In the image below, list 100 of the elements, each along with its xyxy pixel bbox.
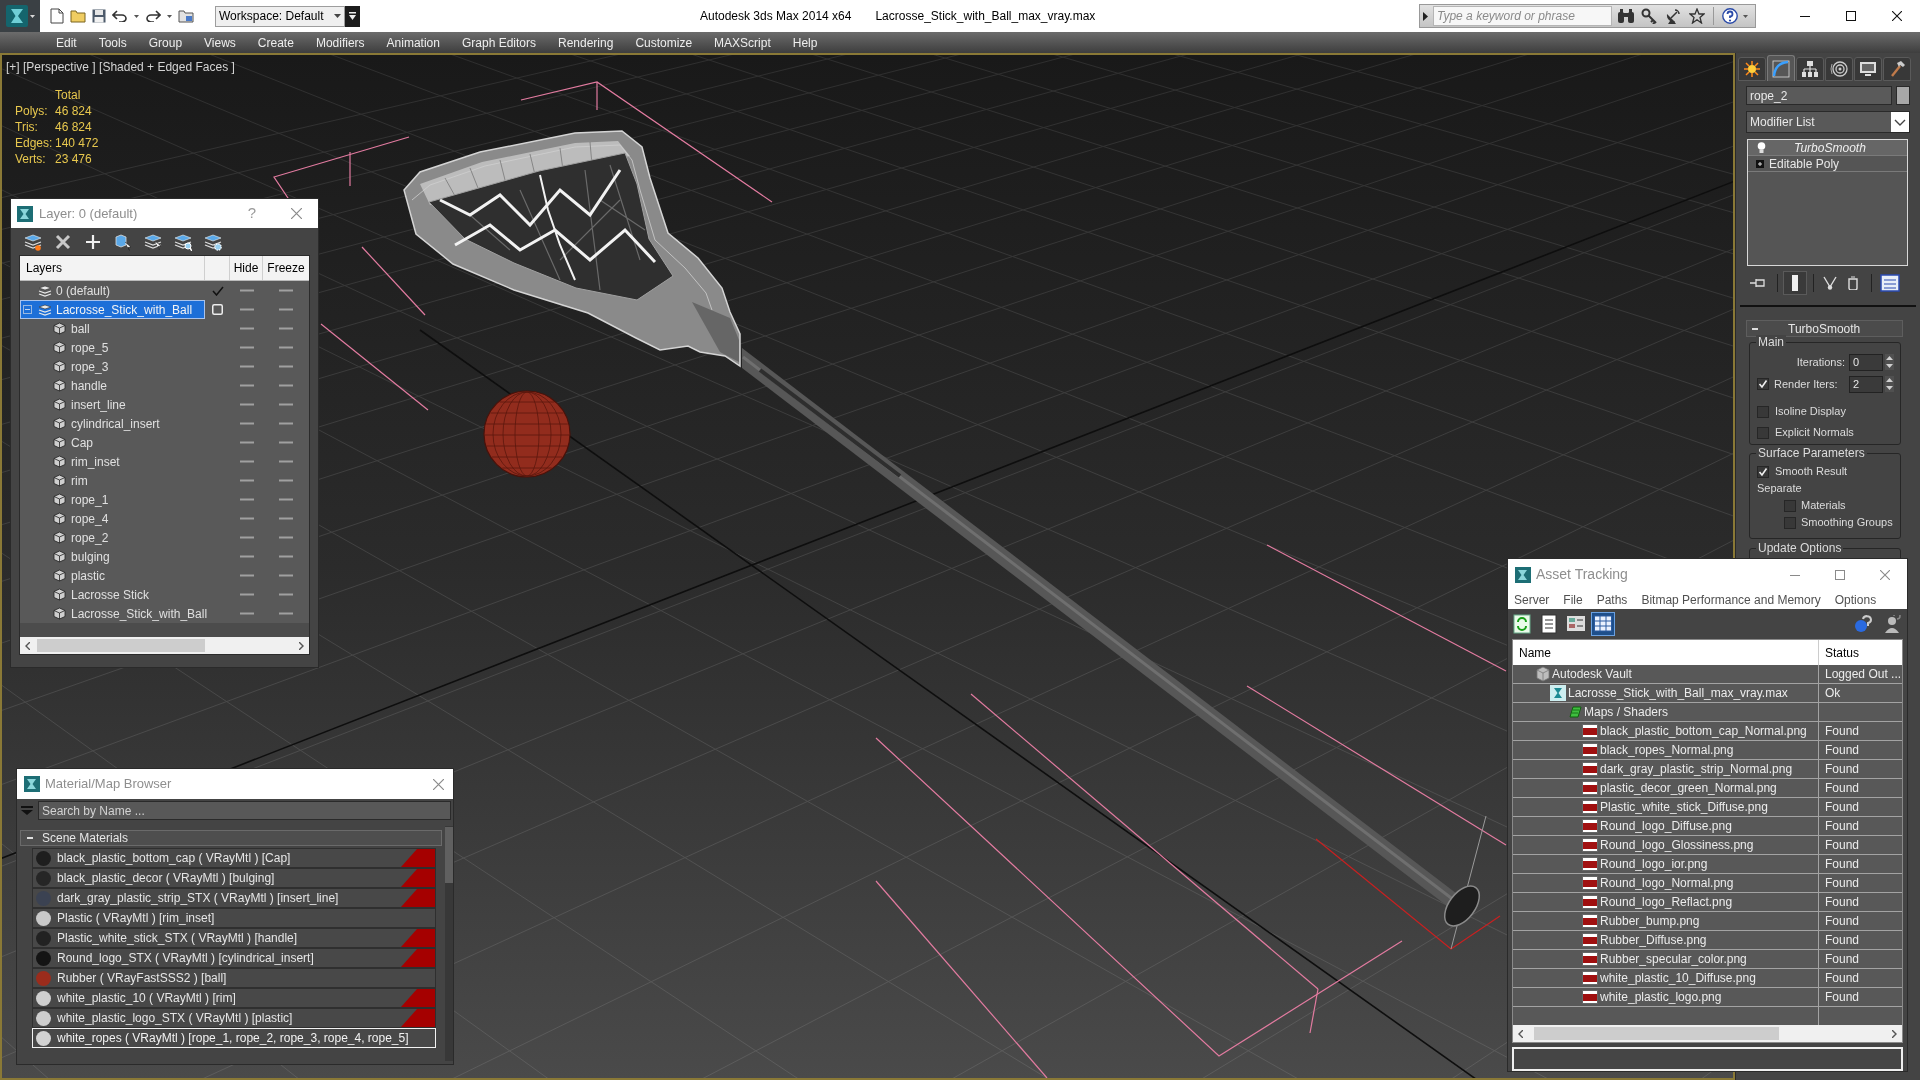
- asset-item[interactable]: Lacrosse_Stick_with_Ball_max_vray.max: [1513, 684, 1819, 702]
- dash-icon[interactable]: [239, 612, 254, 615]
- menu-item[interactable]: Paths: [1596, 590, 1628, 609]
- maximize-icon[interactable]: [1846, 11, 1856, 21]
- search-field[interactable]: Type a keyword or phrase: [1433, 6, 1612, 26]
- modifier-list-dropdown[interactable]: Modifier List: [1746, 111, 1910, 133]
- workspace-dropdown[interactable]: Workspace: Default: [215, 5, 345, 27]
- dash-icon[interactable]: [239, 555, 254, 558]
- material-item[interactable]: Rubber ( VRayFastSSS2 ) [ball]: [32, 968, 436, 988]
- object-item[interactable]: Lacrosse_Stick_with_Ball: [20, 604, 205, 623]
- configure-icon[interactable]: [1880, 274, 1900, 292]
- object-item[interactable]: bulging: [20, 547, 205, 566]
- scrollbar-thumb[interactable]: [1534, 1027, 1779, 1040]
- number-field[interactable]: 0: [1849, 353, 1883, 371]
- undo-icon[interactable]: [112, 10, 128, 22]
- spinner-arrows-icon[interactable]: [1885, 354, 1894, 370]
- object-item[interactable]: rope_4: [20, 509, 205, 528]
- dash-icon[interactable]: [239, 517, 254, 520]
- dropdown-arrow-icon[interactable]: [21, 806, 33, 815]
- save-icon[interactable]: [92, 9, 106, 23]
- satellite-dish-icon[interactable]: [1665, 8, 1681, 24]
- asset-item[interactable]: black_plastic_bottom_cap_Normal.png: [1513, 722, 1819, 740]
- menu-item[interactable]: Edit: [56, 34, 77, 51]
- object-name-field[interactable]: rope_2: [1746, 86, 1892, 105]
- object-item[interactable]: handle: [20, 376, 205, 395]
- scrollbar-thumb[interactable]: [37, 639, 205, 652]
- caret-icon[interactable]: [134, 14, 139, 18]
- object-item[interactable]: Lacrosse Stick: [20, 585, 205, 604]
- command-panel-tab[interactable]: [1825, 57, 1853, 81]
- asset-item[interactable]: Round_logo_Reflact.png: [1513, 893, 1819, 911]
- menu-item[interactable]: Help: [792, 34, 818, 51]
- cube-cursor-icon[interactable]: [114, 232, 132, 251]
- caret-icon[interactable]: [167, 14, 172, 18]
- command-panel-tab[interactable]: [1738, 57, 1766, 81]
- group-header[interactable]: Scene Materials: [20, 830, 442, 846]
- dash-icon[interactable]: [239, 460, 254, 463]
- material-item[interactable]: Round_logo_STX ( VRayMtl ) [cylindrical_insert]: [32, 948, 436, 968]
- dash-icon[interactable]: [239, 346, 254, 349]
- material-item[interactable]: white_plastic_10 ( VRayMtl ) [rim]: [32, 988, 436, 1008]
- pin-icon[interactable]: [1750, 278, 1766, 288]
- search-field[interactable]: Search by Name ...: [38, 801, 451, 820]
- menu-item[interactable]: Graph Editors: [461, 34, 536, 51]
- scroll-left-icon[interactable]: [25, 641, 30, 650]
- asset-item[interactable]: dark_gray_plastic_strip_Normal.png: [1513, 760, 1819, 778]
- modifier-stack-item[interactable]: Editable Poly: [1748, 156, 1907, 172]
- object-item[interactable]: rim_inset: [20, 452, 205, 471]
- asset-item[interactable]: Rubber_Diffuse.png: [1513, 931, 1819, 949]
- command-panel-tab[interactable]: [1854, 57, 1882, 81]
- menu-item[interactable]: Group: [148, 34, 183, 51]
- dash-icon[interactable]: [239, 574, 254, 577]
- object-item[interactable]: insert_line: [20, 395, 205, 414]
- person-help-icon[interactable]: [1883, 615, 1901, 633]
- menu-item[interactable]: Modifiers: [315, 34, 365, 51]
- dash-icon[interactable]: [239, 308, 254, 311]
- vertical-scrollbar[interactable]: [445, 826, 453, 1061]
- object-item[interactable]: rope_2: [20, 528, 205, 547]
- fork-icon[interactable]: [1823, 276, 1837, 290]
- object-item[interactable]: ball: [20, 319, 205, 338]
- rollout-header[interactable]: TurboSmooth: [1746, 320, 1903, 337]
- checkbox[interactable]: [1757, 405, 1769, 418]
- asset-item[interactable]: Rubber_specular_color.png: [1513, 950, 1819, 968]
- show-end-result-button[interactable]: [1783, 271, 1807, 295]
- dash-icon[interactable]: [239, 403, 254, 406]
- layer-item[interactable]: 0 (default): [20, 281, 205, 300]
- delete-icon[interactable]: [54, 232, 72, 251]
- scrollbar-thumb[interactable]: [445, 827, 453, 883]
- object-item[interactable]: rope_1: [20, 490, 205, 509]
- object-item[interactable]: plastic: [20, 566, 205, 585]
- scroll-right-icon[interactable]: [1892, 1029, 1897, 1038]
- color-swatch-icon[interactable]: [1896, 86, 1910, 105]
- horizontal-scrollbar[interactable]: [1513, 1025, 1902, 1042]
- dash-icon[interactable]: [239, 479, 254, 482]
- menu-item[interactable]: Create: [257, 34, 294, 51]
- layers-magnifier-icon[interactable]: [174, 232, 192, 251]
- toolbar-options-button[interactable]: [345, 5, 360, 27]
- close-icon[interactable]: [1892, 11, 1902, 21]
- material-item[interactable]: black_plastic_decor ( VRayMtl ) [bulging]: [32, 868, 436, 888]
- asset-item[interactable]: Maps / Shaders: [1513, 703, 1819, 721]
- plus-icon[interactable]: [84, 232, 102, 251]
- object-item[interactable]: cylindrical_insert: [20, 414, 205, 433]
- asset-item[interactable]: black_ropes_Normal.png: [1513, 741, 1819, 759]
- material-item[interactable]: white_plastic_logo_STX ( VRayMtl ) [plastic]: [32, 1008, 436, 1028]
- asset-item[interactable]: white_plastic_logo.png: [1513, 988, 1819, 1006]
- path-field[interactable]: [1512, 1047, 1903, 1071]
- column-header[interactable]: Freeze: [263, 256, 309, 280]
- object-item[interactable]: rim: [20, 471, 205, 490]
- toolbar-button[interactable]: [1591, 612, 1615, 636]
- asset-item[interactable]: Round_logo_Normal.png: [1513, 874, 1819, 892]
- dash-icon[interactable]: [239, 365, 254, 368]
- asset-item[interactable]: Plastic_white_stick_Diffuse.png: [1513, 798, 1819, 816]
- material-item[interactable]: Plastic ( VRayMtl ) [rim_inset]: [32, 908, 436, 928]
- asset-item[interactable]: Round_logo_ior.png: [1513, 855, 1819, 873]
- menu-item[interactable]: Server: [1514, 590, 1550, 609]
- expand-arrow-icon[interactable]: [1423, 11, 1428, 21]
- layers-gear-icon[interactable]: [204, 232, 222, 251]
- dash-icon[interactable]: [239, 498, 254, 501]
- asset-item[interactable]: plastic_decor_green_Normal.png: [1513, 779, 1819, 797]
- asset-item[interactable]: Round_logo_Glossiness.png: [1513, 836, 1819, 854]
- dash-icon[interactable]: [239, 536, 254, 539]
- menu-item[interactable]: Customize: [635, 34, 693, 51]
